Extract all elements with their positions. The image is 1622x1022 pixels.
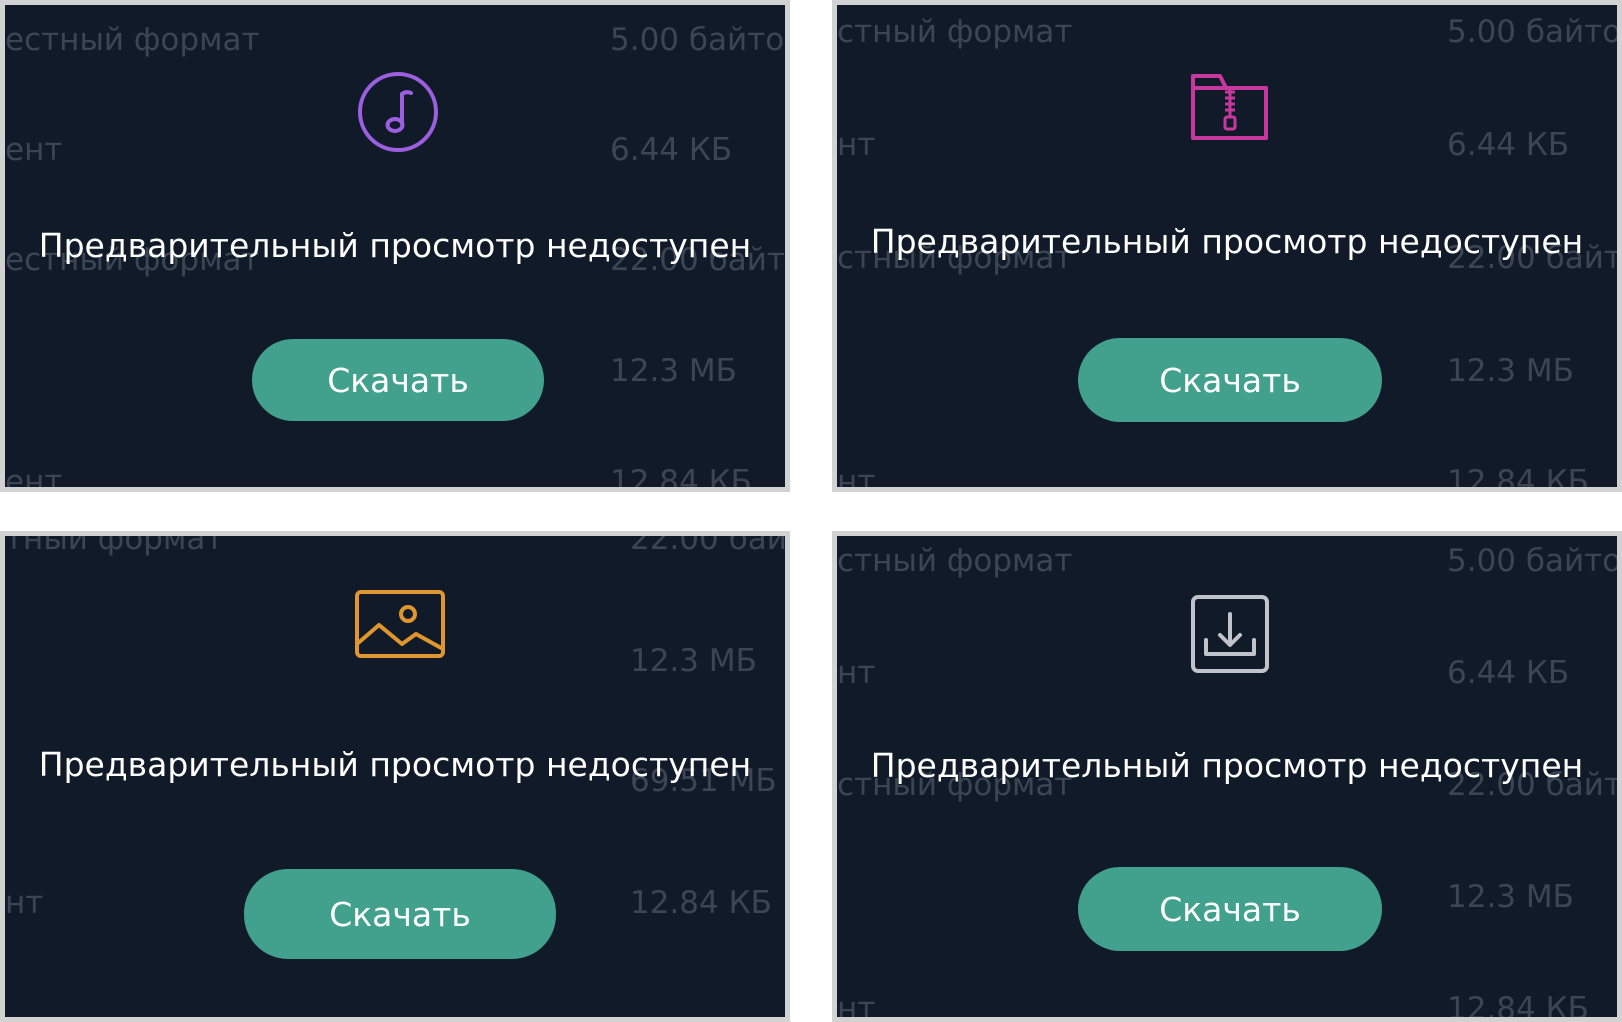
- bg-file-size: 5.00 байтов: [1447, 14, 1622, 50]
- bg-file-size: 12.84 КБ: [1447, 991, 1589, 1022]
- preview-panel-audio: естный формат 5.00 байтов ент 6.44 КБ ес…: [0, 0, 790, 492]
- bg-file-size: 12.3 МБ: [1447, 353, 1574, 389]
- bg-file-size: 22.00 байтов: [630, 531, 787, 557]
- bg-file-type: нт: [5, 885, 44, 921]
- bg-file-size: 12.84 КБ: [610, 464, 752, 492]
- zip-folder-icon: [1190, 72, 1270, 144]
- bg-file-size: 5.00 байтов: [1447, 543, 1622, 579]
- bg-file-type: стный формат: [837, 543, 1073, 579]
- bg-file-size: 12.3 МБ: [1447, 879, 1574, 915]
- bg-file-size: 6.44 КБ: [1447, 127, 1570, 163]
- bg-file-size: 5.00 байтов: [610, 22, 790, 58]
- bg-file-size: 12.3 МБ: [630, 643, 757, 679]
- bg-file-type: нт: [837, 127, 876, 163]
- preview-panel-archive: стный формат 5.00 байтов нт 6.44 КБ стны…: [832, 0, 1622, 492]
- download-button[interactable]: Скачать: [244, 869, 556, 959]
- bg-file-type: стный формат: [837, 14, 1073, 50]
- preview-unavailable-message: Предварительный просмотр недоступен: [38, 226, 752, 265]
- preview-unavailable-message: Предварительный просмотр недоступен: [38, 745, 752, 784]
- bg-file-size: 12.84 КБ: [1447, 464, 1589, 492]
- bg-file-type: нт: [837, 464, 876, 492]
- image-icon: [354, 589, 446, 659]
- bg-file-type: нт: [837, 991, 876, 1022]
- bg-file-size: 6.44 КБ: [610, 132, 733, 168]
- download-button[interactable]: Скачать: [252, 339, 544, 421]
- download-button[interactable]: Скачать: [1078, 867, 1382, 951]
- bg-file-size: 6.44 КБ: [1447, 655, 1570, 691]
- music-note-icon: [356, 70, 440, 154]
- bg-file-type: естный формат: [5, 22, 260, 58]
- bg-file-type: ент: [5, 132, 63, 168]
- download-button[interactable]: Скачать: [1078, 338, 1382, 422]
- download-icon: [1190, 594, 1270, 674]
- preview-panel-image: тный формат 22.00 байтов 12.3 МБ 69.51 М…: [0, 531, 790, 1022]
- preview-unavailable-message: Предварительный просмотр недоступен: [870, 746, 1584, 785]
- bg-file-size: 12.3 МБ: [610, 353, 737, 389]
- bg-file-type: ент: [5, 464, 63, 492]
- bg-file-type: нт: [837, 655, 876, 691]
- preview-panel-file: стный формат 5.00 байтов нт 6.44 КБ стны…: [832, 531, 1622, 1022]
- bg-file-type: тный формат: [5, 531, 224, 557]
- preview-unavailable-message: Предварительный просмотр недоступен: [870, 222, 1584, 261]
- bg-file-size: 12.84 КБ: [630, 885, 772, 921]
- preview-grid: естный формат 5.00 байтов ент 6.44 КБ ес…: [0, 0, 1622, 1022]
